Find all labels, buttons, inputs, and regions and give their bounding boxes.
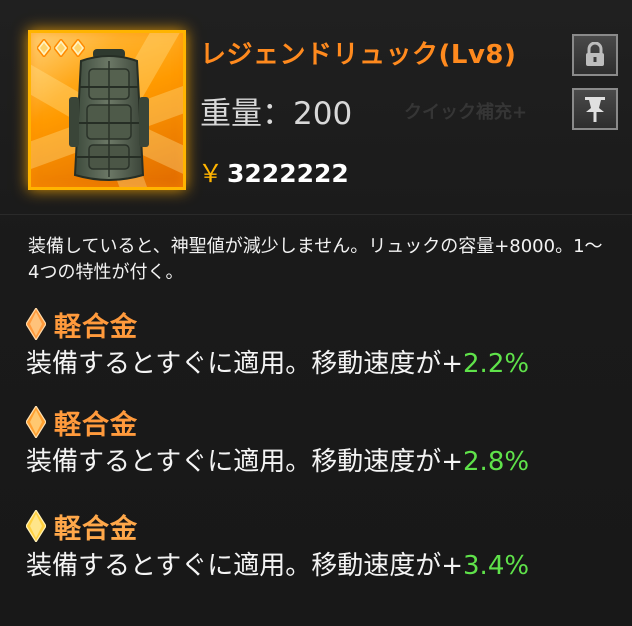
price-value: 3222222 [227, 159, 349, 188]
trait-entry: 軽合金 装備するとすぐに適用。移動速度が+3.4% [26, 506, 616, 586]
rarity-star-icon [37, 39, 51, 57]
trait-gem-icon [26, 510, 46, 542]
pin-button[interactable] [572, 88, 618, 130]
trait-effect-value: 2.2% [463, 349, 530, 379]
item-price: ￥ 3222222 [198, 154, 349, 190]
item-tooltip-panel: レジェンドリュック(Lv8) 重量：200 クイック補充+ ￥ 3222222 装… [0, 0, 632, 626]
backpack-icon [69, 49, 149, 181]
background-ghost-text: クイック補充+ [404, 102, 528, 123]
trait-name: 軽合金 [54, 409, 138, 441]
trait-entry: 軽合金 装備するとすぐに適用。移動速度が+2.8% [26, 402, 616, 482]
lock-icon [586, 42, 604, 66]
trait-effect-value: 2.8% [463, 447, 530, 477]
trait-effect-value: 3.4% [463, 551, 530, 581]
trait-effect: 装備するとすぐに適用。移動速度が+2.8% [26, 442, 616, 482]
trait-effect-text: 装備するとすぐに適用。移動速度が+ [26, 349, 464, 379]
trait-effect-text: 装備するとすぐに適用。移動速度が+ [26, 551, 464, 581]
item-description: 装備していると、神聖値が減少しません。リュックの容量+8000。1～4つの特性が… [28, 236, 603, 283]
trait-effect: 装備するとすぐに適用。移動速度が+3.4% [26, 546, 616, 586]
trait-gem-icon [26, 308, 46, 340]
item-icon-frame[interactable] [28, 30, 186, 190]
trait-name: 軽合金 [54, 311, 138, 343]
item-title: レジェンドリュック(Lv8) [200, 40, 517, 70]
price-symbol: ￥ [198, 159, 224, 188]
trait-effect-text: 装備するとすぐに適用。移動速度が+ [26, 447, 464, 477]
pin-icon [585, 97, 605, 122]
trait-entry: 軽合金 装備するとすぐに適用。移動速度が+2.2% [26, 304, 616, 384]
trait-name: 軽合金 [54, 513, 138, 545]
trait-effect: 装備するとすぐに適用。移動速度が+2.2% [26, 344, 616, 384]
item-weight: 重量：200 [200, 96, 353, 132]
trait-gem-icon [26, 406, 46, 438]
divider [0, 214, 632, 215]
lock-button[interactable] [572, 34, 618, 76]
